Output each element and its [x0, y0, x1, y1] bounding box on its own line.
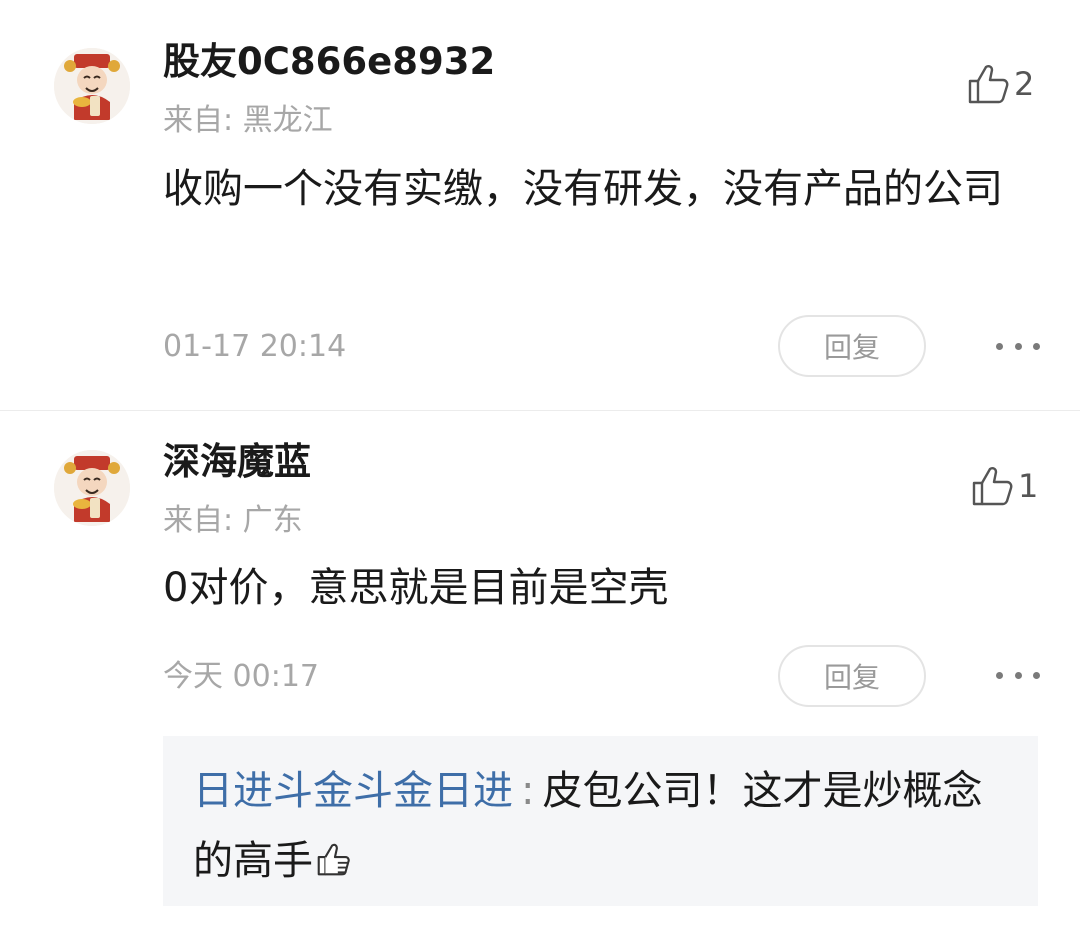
username[interactable]: 股友0C866e8932: [163, 40, 495, 84]
thumb-up-icon: [972, 467, 1013, 506]
more-dots-icon[interactable]: [996, 336, 1040, 356]
thumb-up-icon: [968, 65, 1009, 104]
avatar-icon: [54, 48, 130, 124]
sub-reply-author[interactable]: 日进斗金斗金日进: [193, 768, 513, 814]
comment-content: 0对价，意思就是目前是空壳: [163, 565, 669, 611]
avatar[interactable]: [54, 450, 130, 526]
comment-item-1: 股友0C866e8932 来自: 黑龙江 2 收购一个没有实缴，没有研发，没有产…: [0, 0, 1080, 410]
like-button[interactable]: 1: [970, 464, 1038, 508]
sub-reply-separator: :: [521, 768, 535, 814]
origin-location: 来自: 广东: [163, 503, 303, 538]
comment-time: 今天 00:17: [163, 659, 319, 694]
like-count: 1: [1018, 467, 1039, 505]
reply-button[interactable]: 回复: [778, 645, 926, 707]
divider: [0, 410, 1080, 411]
thumb-up-emoji-icon: [317, 843, 350, 876]
reply-button[interactable]: 回复: [778, 315, 926, 377]
sub-reply-box[interactable]: 日进斗金斗金日进: 皮包公司！这才是炒概念的高手: [163, 736, 1038, 906]
avatar[interactable]: [54, 48, 130, 124]
comment-time: 01-17 20:14: [163, 329, 347, 364]
more-dots-icon[interactable]: [996, 665, 1040, 685]
username[interactable]: 深海魔蓝: [163, 440, 311, 484]
like-count: 2: [1014, 65, 1035, 103]
sub-reply-text: 日进斗金斗金日进: 皮包公司！这才是炒概念的高手: [193, 756, 993, 896]
avatar-icon: [54, 450, 130, 526]
like-button[interactable]: 2: [966, 62, 1034, 106]
origin-location: 来自: 黑龙江: [163, 103, 333, 138]
comment-content: 收购一个没有实缴，没有研发，没有产品的公司: [163, 166, 1003, 212]
